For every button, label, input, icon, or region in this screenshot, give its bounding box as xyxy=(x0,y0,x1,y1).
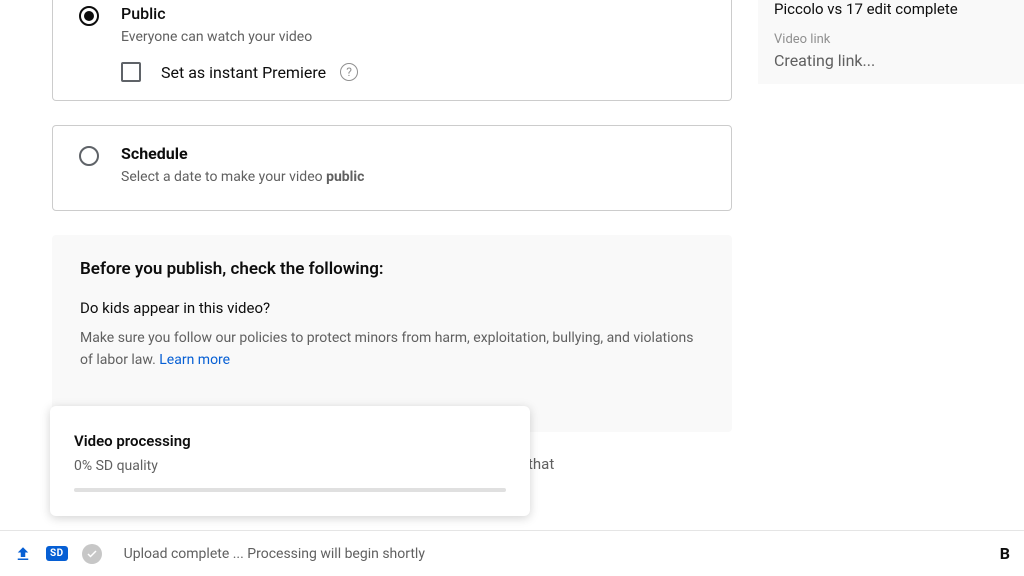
radio-selected-icon xyxy=(79,6,99,26)
processing-progress-bar xyxy=(74,488,506,492)
processing-status: 0% SD quality xyxy=(74,458,506,474)
check-icon xyxy=(82,544,102,564)
sd-badge: SD xyxy=(46,546,68,561)
visibility-public-card: Public Everyone can watch your video Set… xyxy=(52,0,732,101)
learn-more-link[interactable]: Learn more xyxy=(159,352,230,368)
footer-right-text: B xyxy=(1000,544,1010,563)
premiere-row: Set as instant Premiere ? xyxy=(53,48,731,82)
visibility-public-option[interactable]: Public Everyone can watch your video xyxy=(53,0,731,48)
premiere-label: Set as instant Premiere xyxy=(161,63,326,82)
upload-status-bar: SD Upload complete ... Processing will b… xyxy=(0,530,1024,576)
public-desc: Everyone can watch your video xyxy=(121,27,312,48)
radio-unselected-icon[interactable] xyxy=(79,146,99,166)
upload-status-text: Upload complete ... Processing will begi… xyxy=(124,546,425,562)
video-link-value: Creating link... xyxy=(774,51,1008,70)
video-link-label: Video link xyxy=(774,32,1008,47)
visibility-schedule-card[interactable]: Schedule Select a date to make your vide… xyxy=(52,125,732,211)
schedule-desc: Select a date to make your video public xyxy=(121,167,364,188)
prepublish-notice: Before you publish, check the following:… xyxy=(52,235,732,432)
processing-title: Video processing xyxy=(74,432,506,450)
upload-icon xyxy=(14,545,32,563)
orphan-text: that xyxy=(528,455,554,473)
notice-question: Do kids appear in this video? xyxy=(80,299,704,317)
video-info-sidebar: Piccolo vs 17 edit complete Video link C… xyxy=(758,0,1024,84)
sidebar-video-title: Piccolo vs 17 edit complete xyxy=(774,0,1008,18)
processing-popover: Video processing 0% SD quality xyxy=(50,406,530,516)
help-icon[interactable]: ? xyxy=(340,63,358,81)
schedule-label: Schedule xyxy=(121,144,364,163)
notice-heading: Before you publish, check the following: xyxy=(80,259,704,279)
public-label: Public xyxy=(121,4,312,23)
premiere-checkbox[interactable] xyxy=(121,62,141,82)
notice-body: Make sure you follow our policies to pro… xyxy=(80,327,704,372)
